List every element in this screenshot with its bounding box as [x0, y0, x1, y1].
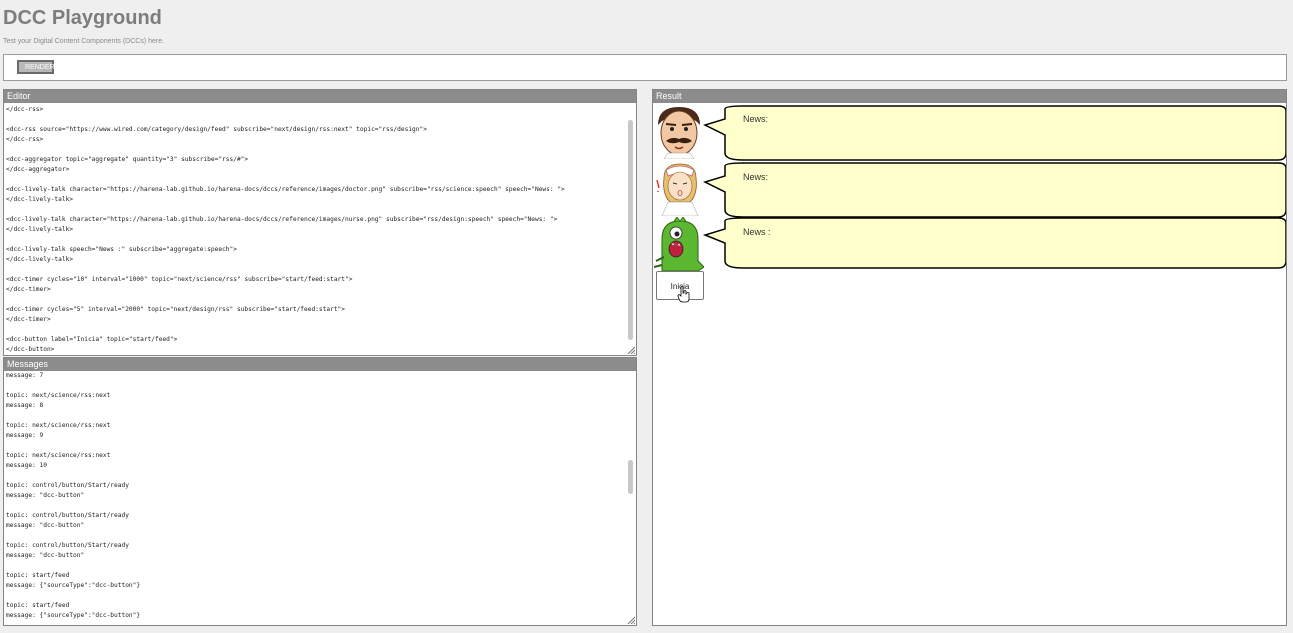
messages-log: message: 7 topic: next/science/rss:next m…: [6, 371, 624, 623]
speech-bubble: [703, 217, 1286, 269]
editor-panel-header: Editor: [4, 90, 636, 103]
code-line: <dcc-timer cycles="5" interval="2000" to…: [6, 306, 345, 313]
result-panel-header: Result: [653, 90, 1286, 103]
code-line: </dcc-rss>: [6, 106, 44, 113]
resize-grip-icon[interactable]: [627, 616, 635, 624]
speech-text: News :: [743, 227, 771, 237]
monster-avatar: [654, 217, 704, 271]
doctor-avatar: [658, 107, 700, 159]
message-line: message: 7: [6, 372, 44, 379]
message-line: [6, 531, 624, 541]
code-editor[interactable]: </dcc-rss> <dcc-rss source="https://www.…: [6, 105, 624, 353]
result-panel: Result News: News: News: Inicia: [652, 89, 1287, 626]
code-line: </dcc-lively-talk>: [6, 226, 74, 233]
message-line: [6, 441, 624, 451]
code-line: <dcc-button label="Inicia" topic="start/…: [6, 336, 178, 343]
nurse-avatar: [656, 163, 699, 216]
message-line: message: {"sourceType":"dcc-button"}: [6, 612, 141, 619]
message-line: topic: next/science/rss:next: [6, 392, 111, 399]
code-line: </dcc-rss>: [6, 136, 44, 143]
code-line: <dcc-rss source="https://www.wired.com/c…: [6, 126, 427, 133]
message-line: topic: control/button/Start/ready: [6, 512, 129, 519]
code-line: <dcc-aggregator topic="aggregate" quanti…: [6, 156, 249, 163]
speech-bubble: [703, 105, 1286, 161]
message-line: topic: control/button/Start/ready: [6, 482, 129, 489]
page-title: DCC Playground: [3, 7, 162, 29]
editor-panel: Editor </dcc-rss> <dcc-rss source="https…: [3, 89, 637, 356]
code-line: </dcc-timer>: [6, 316, 51, 323]
messages-panel-header: Messages: [4, 358, 636, 371]
message-line: topic: control/button/Start/ready: [6, 542, 129, 549]
message-line: [6, 471, 624, 481]
message-line: [6, 501, 624, 511]
toolbar: RENDER: [3, 54, 1287, 81]
code-line: </dcc-button>: [6, 346, 55, 353]
speech-bubble: [703, 162, 1286, 218]
code-line: </dcc-aggregator>: [6, 166, 70, 173]
code-line: <dcc-lively-talk speech="News :" subscri…: [6, 246, 237, 253]
message-line: message: 10: [6, 462, 47, 469]
message-line: topic: start/feed: [6, 602, 70, 609]
message-line: topic: next/science/rss:next: [6, 422, 111, 429]
message-line: message: "dcc-button": [6, 552, 85, 559]
message-line: topic: next/science/rss:next: [6, 452, 111, 459]
message-line: [6, 561, 624, 571]
render-button[interactable]: RENDER: [17, 60, 55, 74]
speech-text: News:: [743, 114, 769, 124]
message-line: [6, 381, 624, 391]
message-line: message: "dcc-button": [6, 492, 85, 499]
resize-grip-icon[interactable]: [627, 346, 635, 354]
speech-text: News:: [743, 172, 769, 182]
code-line: </dcc-lively-talk>: [6, 256, 74, 263]
message-line: message: 8: [6, 402, 44, 409]
message-line: message: {"sourceType":"dcc-button"}: [6, 582, 141, 589]
code-line: </dcc-timer>: [6, 286, 51, 293]
hand-cursor-icon: [677, 286, 690, 303]
code-line: <dcc-lively-talk character="https://hare…: [6, 186, 565, 193]
code-line: <dcc-lively-talk character="https://hare…: [6, 216, 558, 223]
messages-scrollbar[interactable]: [628, 460, 633, 494]
message-line: message: "dcc-button": [6, 522, 85, 529]
code-line: </dcc-lively-talk>: [6, 196, 74, 203]
messages-panel: Messages message: 7 topic: next/science/…: [3, 357, 637, 626]
message-line: message: 9: [6, 432, 44, 439]
editor-scrollbar[interactable]: [628, 120, 633, 340]
message-line: [6, 591, 624, 601]
message-line: topic: start/feed: [6, 572, 70, 579]
code-line: <dcc-timer cycles="10" interval="1000" t…: [6, 276, 353, 283]
page-subtitle: Test your Digital Content Components (DC…: [3, 38, 165, 45]
message-line: [6, 411, 624, 421]
